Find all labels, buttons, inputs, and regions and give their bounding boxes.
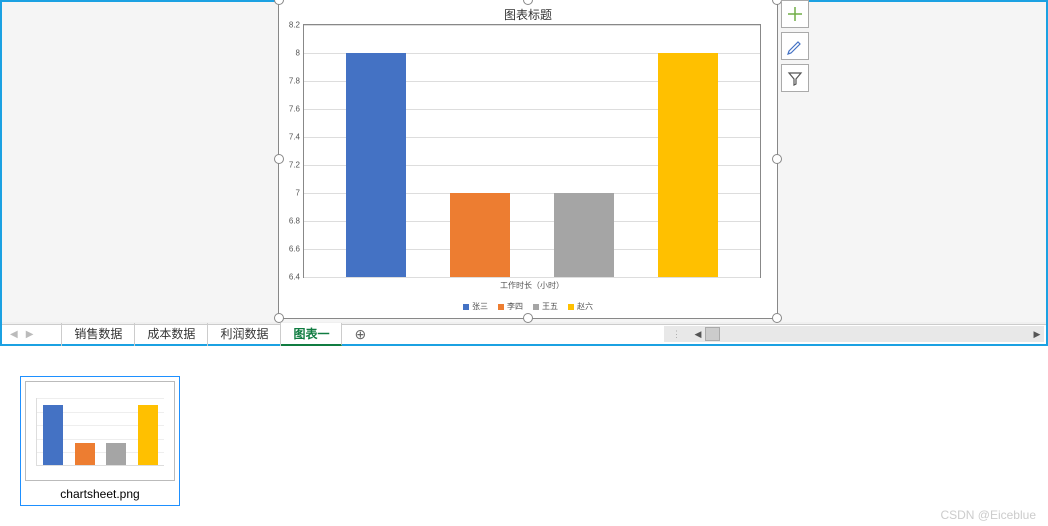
resize-handle[interactable] [274, 154, 284, 164]
horizontal-scrollbar[interactable]: ⋮ ◀ ▶ [664, 326, 1044, 342]
y-tick-label: 7.2 [289, 161, 300, 170]
y-tick-label: 6.8 [289, 217, 300, 226]
legend-label: 张三 [472, 301, 488, 312]
chart-styles-button[interactable] [781, 32, 809, 60]
y-tick-label: 7 [296, 189, 300, 198]
thumbnail-filename: chartsheet.png [25, 481, 175, 501]
x-axis-label: 工作时长（小时） [304, 280, 760, 291]
thumb-bar [106, 443, 126, 465]
chart-object[interactable]: 图表标题 6.46.66.877.27.47.67.888.2 工作时长（小时）… [278, 0, 778, 319]
tabs-container: 销售数据成本数据利润数据图表一 [61, 323, 342, 346]
chart-tools [781, 0, 811, 96]
filter-icon [786, 69, 804, 87]
tab-nav-next[interactable]: ▶ [24, 329, 36, 340]
watermark-text: CSDN @Eiceblue [940, 508, 1036, 522]
y-tick-label: 7.6 [289, 105, 300, 114]
sheet-tabs-bar: ◀ ▶ 销售数据成本数据利润数据图表一 ⊕ ⋮ ◀ ▶ [2, 324, 1046, 344]
legend-item[interactable]: 李四 [498, 301, 523, 312]
scroll-left-button[interactable]: ◀ [691, 327, 705, 341]
chart-legend[interactable]: 张三 李四 王五 赵六 [279, 301, 777, 312]
resize-handle[interactable] [772, 313, 782, 323]
bars-area [304, 25, 760, 277]
resize-handle[interactable] [772, 154, 782, 164]
thumb-bar [75, 443, 95, 465]
legend-label: 王五 [542, 301, 558, 312]
legend-swatch [533, 304, 539, 310]
thumb-bar [138, 405, 158, 465]
bar-王五[interactable] [554, 193, 614, 277]
scrollbar-grip[interactable]: ⋮ [664, 329, 691, 340]
sheet-tab[interactable]: 图表一 [281, 323, 342, 346]
bar-李四[interactable] [450, 193, 510, 277]
legend-item[interactable]: 张三 [463, 301, 488, 312]
plot-area[interactable]: 6.46.66.877.27.47.67.888.2 工作时长（小时） [303, 24, 761, 278]
gridline [304, 277, 760, 278]
sheet-tab[interactable]: 成本数据 [135, 323, 208, 346]
bar-张三[interactable] [346, 53, 406, 277]
resize-handle[interactable] [274, 313, 284, 323]
tab-nav-prev[interactable]: ◀ [8, 329, 20, 340]
legend-swatch [498, 304, 504, 310]
legend-swatch [568, 304, 574, 310]
legend-item[interactable]: 王五 [533, 301, 558, 312]
legend-swatch [463, 304, 469, 310]
scroll-thumb[interactable] [705, 327, 720, 341]
y-tick-label: 6.6 [289, 245, 300, 254]
y-tick-label: 8 [296, 49, 300, 58]
bar-赵六[interactable] [658, 53, 718, 277]
chart-filters-button[interactable] [781, 64, 809, 92]
thumbnail-image [25, 381, 175, 481]
legend-label: 赵六 [577, 301, 593, 312]
excel-window: 图表标题 6.46.66.877.27.47.67.888.2 工作时长（小时）… [0, 0, 1048, 346]
add-sheet-button[interactable]: ⊕ [342, 326, 378, 343]
brush-icon [786, 37, 804, 55]
legend-label: 李四 [507, 301, 523, 312]
y-tick-label: 7.8 [289, 77, 300, 86]
chart-elements-button[interactable] [781, 0, 809, 28]
plus-icon [786, 5, 804, 23]
resize-handle[interactable] [523, 313, 533, 323]
y-tick-label: 6.4 [289, 273, 300, 282]
thumb-bar [43, 405, 63, 465]
file-thumbnail[interactable]: chartsheet.png [20, 376, 180, 506]
legend-item[interactable]: 赵六 [568, 301, 593, 312]
y-tick-label: 8.2 [289, 21, 300, 30]
tab-nav: ◀ ▶ [2, 329, 41, 340]
sheet-tab[interactable]: 销售数据 [61, 323, 135, 346]
y-axis: 6.46.66.877.27.47.67.888.2 [284, 25, 302, 277]
scroll-right-button[interactable]: ▶ [1030, 327, 1044, 341]
chartsheet-canvas: 图表标题 6.46.66.877.27.47.67.888.2 工作时长（小时）… [2, 2, 1046, 322]
sheet-tab[interactable]: 利润数据 [208, 323, 281, 346]
y-tick-label: 7.4 [289, 133, 300, 142]
